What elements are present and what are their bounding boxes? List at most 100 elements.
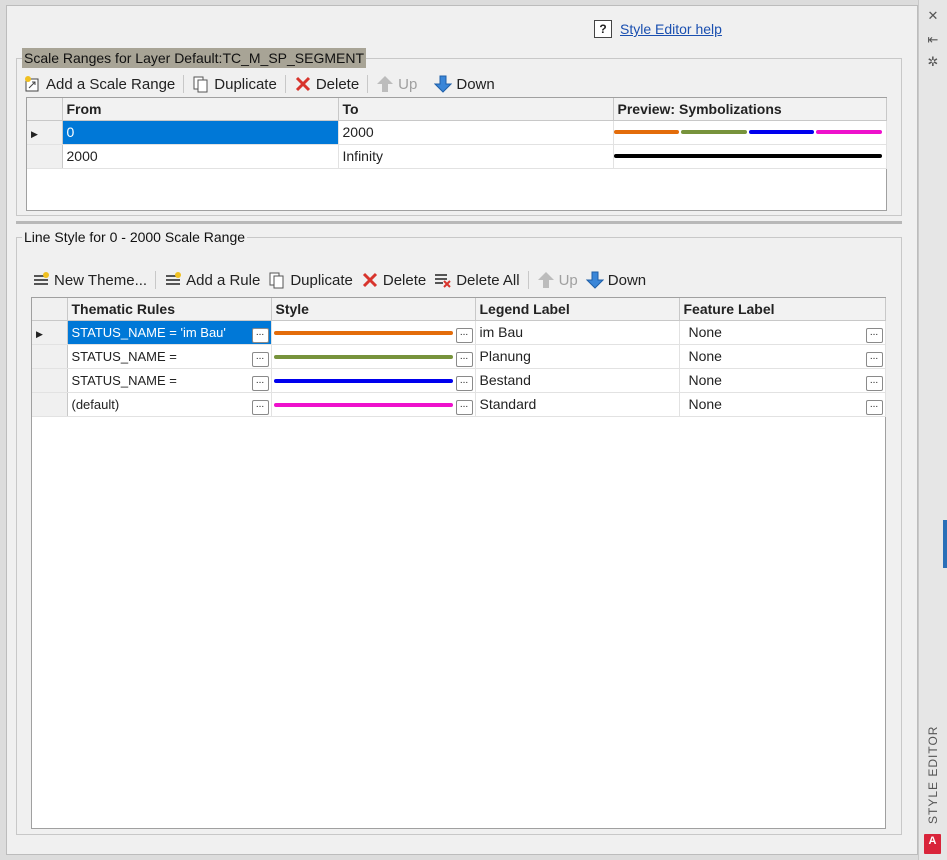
column-header-preview[interactable]: Preview: Symbolizations (613, 98, 887, 121)
duplicate-scale-range-button[interactable]: Duplicate (188, 73, 281, 95)
delete-rule-button[interactable]: Delete (357, 269, 430, 291)
toolbar-separator (183, 75, 185, 93)
line-style-swatch (273, 378, 453, 383)
add-rule-icon (164, 271, 182, 289)
preview-segment (613, 153, 882, 158)
scale-range-row[interactable]: ▶ 0 2000 (27, 120, 887, 145)
rule-cell[interactable]: (default) ... (67, 392, 272, 417)
delete-icon (361, 271, 379, 289)
toolbar-separator (527, 271, 529, 289)
auto-hide-icon[interactable]: ⇤ (924, 32, 942, 48)
rule-expression: STATUS_NAME = (71, 373, 177, 388)
arrow-down-icon (434, 75, 453, 93)
help-icon[interactable]: ? (594, 20, 612, 38)
row-selector[interactable] (27, 144, 63, 169)
move-up-scale-range-button[interactable]: Up (372, 73, 421, 95)
edit-rule-button[interactable]: ... (251, 399, 269, 415)
style-cell[interactable]: ... (271, 392, 476, 417)
edit-rule-button[interactable]: ... (251, 351, 269, 367)
legend-label-cell[interactable]: Planung (475, 344, 680, 369)
move-up-rule-button[interactable]: Up (533, 269, 582, 291)
row-selector[interactable] (32, 344, 68, 369)
from-cell[interactable]: 0 (62, 120, 339, 145)
style-cell[interactable]: ... (271, 344, 476, 369)
from-cell[interactable]: 2000 (62, 144, 339, 169)
edit-style-button[interactable]: ... (455, 375, 473, 391)
panel-splitter[interactable] (16, 221, 902, 224)
style-editor-help-link[interactable]: Style Editor help (620, 21, 722, 37)
duplicate-icon (192, 75, 210, 93)
edit-feature-label-button[interactable]: ... (865, 351, 883, 367)
help-area: ? Style Editor help (594, 20, 722, 38)
legend-label-cell[interactable]: Standard (475, 392, 680, 417)
symbolization-preview (613, 153, 884, 158)
edit-style-button[interactable]: ... (455, 399, 473, 415)
palette-title: STYLE EDITOR (926, 725, 940, 825)
scale-ranges-grid: From To Preview: Symbolizations ▶ 0 2000 (26, 97, 887, 211)
edit-feature-label-button[interactable]: ... (865, 375, 883, 391)
to-cell[interactable]: 2000 (338, 120, 614, 145)
rule-row[interactable]: ▶ STATUS_NAME = 'im Bau' ... ... im Bau … (32, 320, 886, 345)
toolbar-separator (155, 271, 157, 289)
add-scale-range-icon (24, 75, 42, 93)
row-selector[interactable]: ▶ (32, 320, 68, 345)
move-down-rule-button[interactable]: Down (582, 269, 650, 291)
feature-label-cell[interactable]: None ... (679, 392, 886, 417)
feature-label-value: None (688, 348, 722, 364)
feature-label-value: None (688, 372, 722, 388)
close-icon[interactable]: ✕ (924, 8, 942, 24)
palette-side-bar: ✕ ⇤ ✲ STYLE EDITOR A (918, 0, 947, 860)
move-down-scale-range-button[interactable]: Down (430, 73, 498, 95)
feature-label-cell[interactable]: None ... (679, 320, 886, 345)
style-cell[interactable]: ... (271, 368, 476, 393)
column-header-from[interactable]: From (62, 98, 339, 121)
rule-cell[interactable]: STATUS_NAME = ... (67, 344, 272, 369)
new-theme-button[interactable]: New Theme... (28, 269, 151, 291)
duplicate-icon (268, 271, 286, 289)
column-header-style[interactable]: Style (271, 298, 476, 321)
delete-scale-range-button[interactable]: Delete (290, 73, 363, 95)
delete-icon (294, 75, 312, 93)
edit-rule-button[interactable]: ... (251, 327, 269, 343)
legend-label-cell[interactable]: im Bau (475, 320, 680, 345)
rule-row[interactable]: STATUS_NAME = ... ... Bestand None ... (32, 368, 886, 393)
legend-label-cell[interactable]: Bestand (475, 368, 680, 393)
row-selector[interactable] (32, 368, 68, 393)
feature-label-cell[interactable]: None ... (679, 344, 886, 369)
rule-row[interactable]: STATUS_NAME = ... ... Planung None ... (32, 344, 886, 369)
feature-label-value: None (688, 396, 722, 412)
rule-cell[interactable]: STATUS_NAME = ... (67, 368, 272, 393)
column-header-to[interactable]: To (338, 98, 614, 121)
column-header-feature-label[interactable]: Feature Label (679, 298, 886, 321)
row-header-corner (32, 298, 68, 321)
add-rule-button[interactable]: Add a Rule (160, 269, 264, 291)
scale-range-row[interactable]: 2000 Infinity (27, 144, 887, 169)
properties-gear-icon[interactable]: ✲ (924, 54, 942, 70)
row-selector[interactable] (32, 392, 68, 417)
rule-cell[interactable]: STATUS_NAME = 'im Bau' ... (67, 320, 272, 345)
scale-ranges-toolbar: Add a Scale Range Duplicate Delete Up Do… (20, 72, 499, 96)
edit-feature-label-button[interactable]: ... (865, 327, 883, 343)
line-style-title: Line Style for 0 - 2000 Scale Range (22, 227, 248, 247)
symbolization-preview (613, 129, 884, 134)
duplicate-rule-button[interactable]: Duplicate (264, 269, 357, 291)
style-cell[interactable]: ... (271, 320, 476, 345)
column-header-legend-label[interactable]: Legend Label (475, 298, 680, 321)
column-header-thematic-rules[interactable]: Thematic Rules (67, 298, 272, 321)
add-scale-range-button[interactable]: Add a Scale Range (20, 73, 179, 95)
feature-label-value: None (688, 324, 722, 340)
line-style-swatch (273, 402, 453, 407)
thematic-rules-grid: Thematic Rules Style Legend Label Featur… (31, 297, 886, 829)
row-selector[interactable]: ▶ (27, 120, 63, 145)
to-cell[interactable]: Infinity (338, 144, 614, 169)
edit-rule-button[interactable]: ... (251, 375, 269, 391)
edit-style-button[interactable]: ... (455, 351, 473, 367)
rule-row[interactable]: (default) ... ... Standard None ... (32, 392, 886, 417)
edit-feature-label-button[interactable]: ... (865, 399, 883, 415)
preview-segment (748, 129, 814, 134)
line-style-swatch (273, 354, 453, 359)
delete-all-rules-button[interactable]: Delete All (430, 269, 523, 291)
autocad-logo-icon: A (924, 834, 941, 854)
edit-style-button[interactable]: ... (455, 327, 473, 343)
feature-label-cell[interactable]: None ... (679, 368, 886, 393)
